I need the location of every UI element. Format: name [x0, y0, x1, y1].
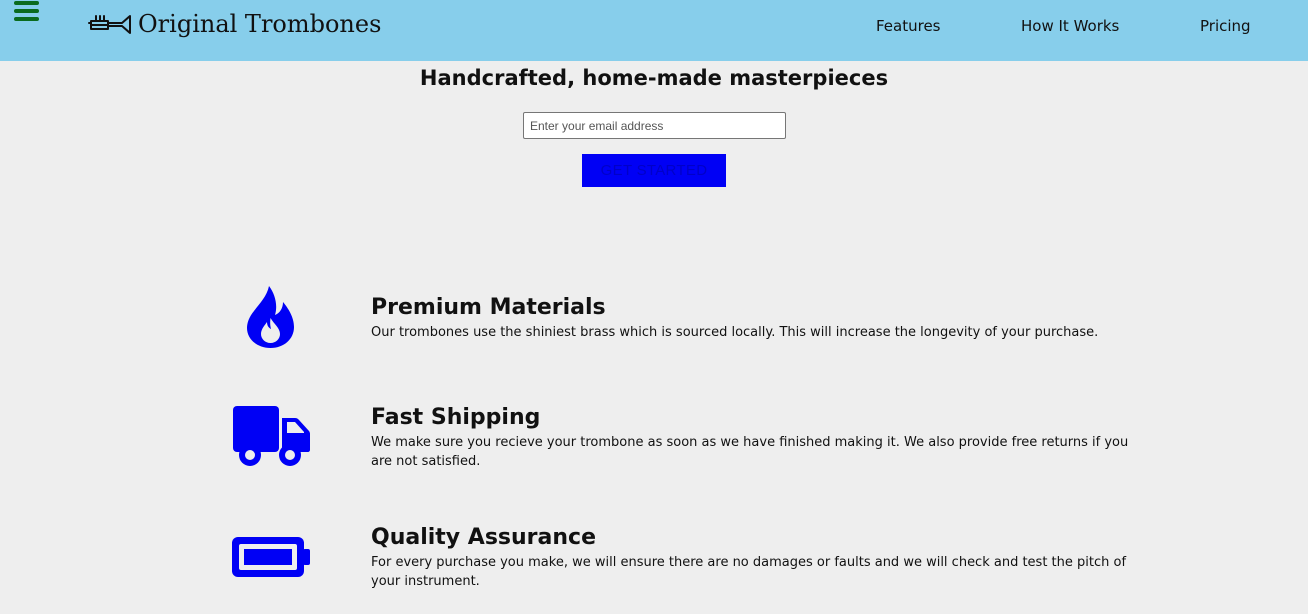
hero-title: Handcrafted, home-made masterpieces — [419, 66, 889, 90]
fire-icon — [247, 286, 294, 348]
battery-full-icon — [232, 537, 310, 577]
hamburger-menu-icon[interactable] — [14, 0, 39, 22]
email-input[interactable] — [523, 112, 786, 139]
nav-link-features[interactable]: Features — [876, 17, 941, 35]
nav-link-how-it-works[interactable]: How It Works — [1021, 17, 1119, 35]
feature-title: Fast Shipping — [371, 405, 541, 430]
feature-description: We make sure you recieve your trombone a… — [371, 435, 1129, 469]
feature-title: Premium Materials — [371, 295, 606, 320]
nav-link-pricing[interactable]: Pricing — [1200, 17, 1251, 35]
truck-icon — [233, 406, 310, 466]
feature-description: Our trombones use the shiniest brass whi… — [371, 325, 1099, 340]
site-header: Original Trombones Features How It Works… — [0, 0, 1308, 61]
brand-name: Original Trombones — [138, 10, 382, 38]
get-started-button[interactable]: GET STARTED — [582, 154, 726, 187]
brand[interactable]: Original Trombones — [88, 8, 381, 40]
feature-title: Quality Assurance — [371, 525, 597, 550]
feature-description: For every purchase you make, we will ens… — [371, 555, 1127, 589]
trumpet-logo-icon — [88, 15, 131, 34]
